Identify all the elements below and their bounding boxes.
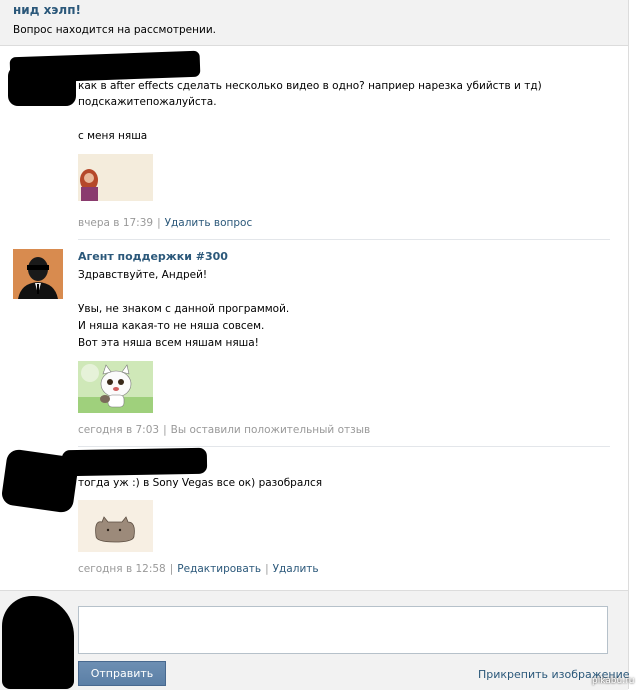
message-item: Агент поддержки #300 Здравствуйте, Андре… <box>0 240 628 447</box>
message-item: как в after effects сделать несколько ви… <box>0 46 628 240</box>
delete-question-link[interactable]: Удалить вопрос <box>165 217 253 229</box>
redaction-scribble <box>0 448 80 514</box>
message-text: Здравствуйте, Андрей! <box>78 269 208 281</box>
redaction-scribble <box>8 66 76 106</box>
attached-image-thumbnail[interactable] <box>78 500 153 552</box>
edit-link[interactable]: Редактировать <box>177 563 261 575</box>
message-text: Увы, не знаком с данной программой. <box>78 303 290 315</box>
reply-textarea[interactable] <box>78 606 608 654</box>
message-time: сегодня в 12:58 <box>78 563 166 575</box>
watermark: pikabu.ru <box>592 676 635 686</box>
message-meta: сегодня в 7:03 | Вы оставили положительный… <box>78 424 370 436</box>
separator: | <box>265 563 269 575</box>
message-text: Вот эта няша всем няшам няша! <box>78 337 259 349</box>
message-text: И няша какая-то не няша совсем. <box>78 320 265 332</box>
redaction-scribble <box>61 447 208 477</box>
send-button[interactable]: Отправить <box>78 661 166 686</box>
separator: | <box>169 563 174 575</box>
message-text: подскажитепожалуйста. <box>78 96 217 108</box>
message-time: сегодня в 7:03 <box>78 424 160 436</box>
message-time: вчера в 17:39 <box>78 217 154 229</box>
separator: | <box>157 217 161 229</box>
agent-avatar <box>13 249 63 299</box>
message-meta: сегодня в 12:58 | Редактировать | Удалить <box>78 563 319 575</box>
separator: | <box>163 424 167 436</box>
delete-link[interactable]: Удалить <box>273 563 319 575</box>
attached-image-thumbnail[interactable] <box>78 361 153 413</box>
frame-border <box>628 0 629 689</box>
question-header: нид хэлп! Вопрос находится на рассмотрен… <box>0 0 629 46</box>
message-text: с меня няша <box>78 130 148 142</box>
redaction-scribble <box>2 596 74 689</box>
question-title: нид хэлп! <box>13 3 81 17</box>
message-meta: вчера в 17:39 | Удалить вопрос <box>78 217 252 229</box>
message-text: как в after effects сделать несколько ви… <box>78 80 542 92</box>
message-item: тогда уж :) в Sony Vegas все ок) разобра… <box>0 447 628 590</box>
question-status: Вопрос находится на рассмотрении. <box>13 24 216 36</box>
agent-name-link[interactable]: Агент поддержки #300 <box>78 250 228 263</box>
message-text: тогда уж :) в Sony Vegas все ок) разобра… <box>78 477 323 489</box>
attached-image-thumbnail[interactable] <box>78 154 153 201</box>
feedback-status: Вы оставили положительный отзыв <box>170 424 371 436</box>
